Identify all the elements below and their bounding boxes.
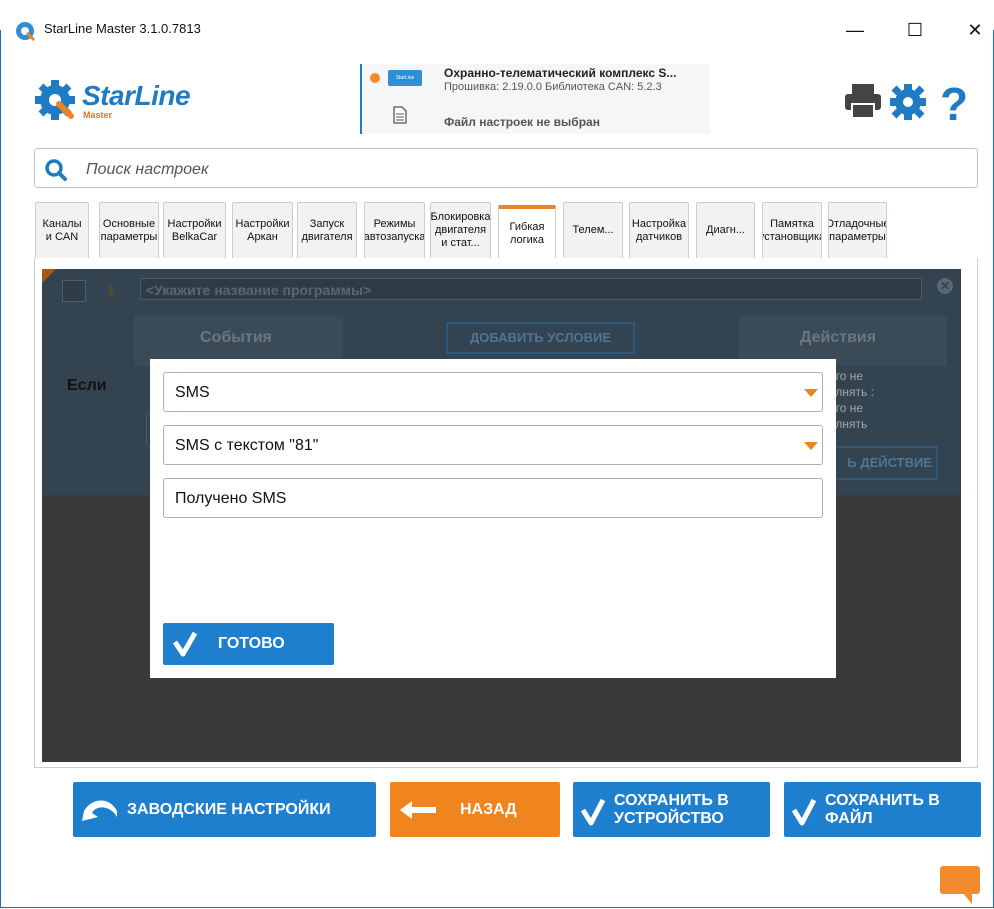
tab-engine-start[interactable]: Запуск двигателя: [297, 202, 357, 258]
gear-icon[interactable]: [888, 82, 928, 122]
close-button[interactable]: ✕: [952, 15, 994, 45]
tab-engine-lock[interactable]: Блокировка двигателя и стат...: [430, 202, 491, 258]
program-name-placeholder: <Укажите название программы>: [146, 282, 372, 298]
actions-header: Действия: [800, 329, 877, 346]
document-icon: [393, 106, 407, 124]
tab-debug-params[interactable]: Отладочные параметры: [828, 202, 887, 258]
tab-arkan[interactable]: Настройки Аркан: [232, 202, 293, 258]
logo-text: StarLine: [82, 80, 191, 111]
program-checkbox[interactable]: [62, 280, 86, 302]
done-button-label: ГОТОВО: [218, 635, 285, 652]
chat-icon[interactable]: [940, 866, 980, 894]
tab-main-params[interactable]: Основные параметры: [99, 202, 159, 258]
minimize-button[interactable]: —: [832, 15, 878, 45]
chat-icon-tail: [962, 892, 972, 904]
maximize-button[interactable]: ☐: [892, 15, 938, 45]
check-icon: [172, 631, 198, 657]
tab-channels-can[interactable]: Каналы и CAN: [35, 202, 89, 258]
save-to-device-label: СОХРАНИТЬ В УСТРОЙСТВО: [614, 792, 729, 827]
undo-arrow-icon: [82, 800, 117, 821]
chevron-down-icon: [804, 442, 818, 450]
event-detail-value: SMS с текстом "81": [175, 437, 319, 454]
delete-program-icon[interactable]: ✕: [937, 278, 953, 294]
window-title: StarLine Master 3.1.0.7813: [44, 21, 201, 36]
tab-diagnostics[interactable]: Диагн...: [696, 202, 755, 258]
check-icon: [791, 798, 817, 826]
connection-status-dot: [370, 73, 380, 83]
device-name: Охранно-телематический комплекс S...: [444, 66, 677, 80]
event-type-value: SMS: [175, 384, 210, 401]
print-icon[interactable]: [843, 82, 883, 120]
app-icon: [16, 22, 36, 42]
arrow-left-icon: [400, 801, 436, 819]
factory-settings-label: ЗАВОДСКИЕ НАСТРОЙКИ: [127, 801, 331, 818]
logo-subtitle: Master: [83, 110, 113, 120]
program-corner-marker: [42, 269, 56, 283]
add-action-button[interactable]: Ь ДЕЙСТВИЕ: [826, 446, 938, 480]
search-icon: [45, 159, 67, 181]
tab-flexible-logic[interactable]: Гибкая логика: [498, 205, 556, 258]
check-icon: [580, 798, 606, 826]
program-number: 1: [107, 282, 116, 299]
add-condition-button[interactable]: ДОБАВИТЬ УСЛОВИЕ: [446, 322, 635, 354]
svg-text:?: ?: [940, 80, 968, 124]
starline-logo-icon: [35, 80, 75, 120]
help-icon[interactable]: ?: [938, 80, 974, 124]
event-type-select[interactable]: [163, 372, 823, 412]
back-label: НАЗАД: [460, 801, 517, 818]
tab-installer-memo[interactable]: Памятка установщика: [762, 202, 822, 258]
search-placeholder: Поиск настроек: [86, 161, 209, 178]
firmware-info: Прошивка: 2.19.0.0 Библиотека CAN: 5.2.3: [444, 81, 662, 93]
tab-autostart-modes[interactable]: Режимы автозапуска: [364, 202, 425, 258]
events-header: События: [200, 329, 272, 346]
chevron-down-icon: [804, 389, 818, 397]
event-description-value: Получено SMS: [175, 490, 287, 507]
device-chip: StarLine: [388, 70, 422, 86]
settings-file-status: Файл настроек не выбран: [444, 115, 600, 129]
tab-sensors[interactable]: Настройка датчиков: [629, 202, 689, 258]
if-label: Если: [67, 377, 107, 394]
tab-belkacar[interactable]: Настройки BelkaCar: [163, 202, 226, 258]
tab-telematics[interactable]: Телем...: [563, 202, 623, 258]
save-to-file-label: СОХРАНИТЬ В ФАЙЛ: [825, 792, 940, 827]
